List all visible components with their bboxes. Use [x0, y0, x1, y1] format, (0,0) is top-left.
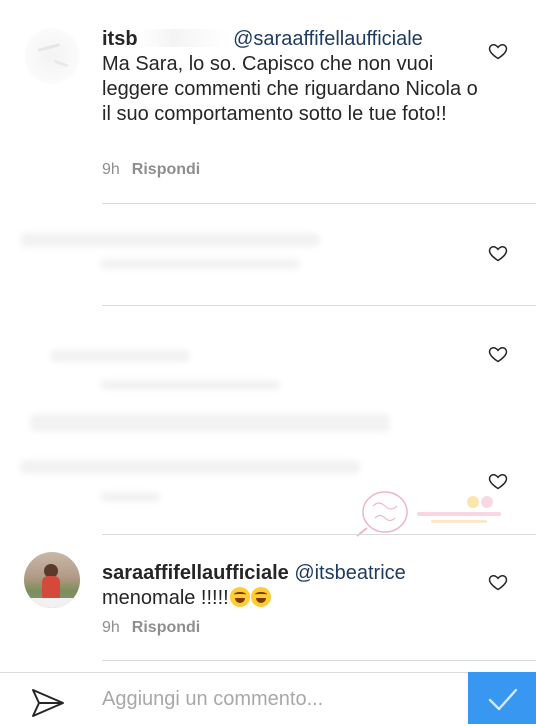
divider — [102, 203, 536, 204]
heart-icon[interactable] — [488, 41, 508, 61]
redacted-content — [100, 380, 280, 390]
comment-hidden-2 — [0, 306, 536, 436]
comment-input[interactable] — [102, 685, 462, 713]
comment-1: itsb @saraaffifellaufficiale Ma Sara, lo… — [0, 0, 536, 205]
comment-body: menomale !!!!! — [102, 587, 229, 609]
redacted-content — [100, 492, 160, 502]
username-redaction — [137, 29, 228, 47]
post-comment-button[interactable] — [468, 672, 536, 724]
comment-meta: 9h Rispondi — [102, 619, 200, 637]
reply-button[interactable]: Rispondi — [132, 161, 200, 178]
heart-icon[interactable] — [488, 243, 508, 263]
heart-icon[interactable] — [488, 572, 508, 592]
comment-composer — [0, 672, 536, 725]
comment-mention[interactable]: @saraaffifellaufficiale — [233, 28, 423, 50]
laughing-emoji-icon — [250, 587, 271, 607]
paper-plane-icon[interactable] — [30, 687, 66, 719]
laughing-emoji-icon — [229, 587, 250, 607]
comment-time: 9h — [102, 619, 120, 636]
avatar[interactable] — [24, 28, 80, 84]
comment-2: saraaffifellaufficiale @itsbeatrice meno… — [0, 535, 536, 660]
comment-body: Ma Sara, lo so. Capisco che non vuoi leg… — [102, 53, 478, 125]
redacted-content — [20, 460, 360, 474]
redacted-content — [30, 414, 390, 432]
comment-text-block: saraaffifellaufficiale @itsbeatrice meno… — [102, 561, 482, 611]
comment-meta: 9h Rispondi — [102, 161, 200, 179]
comment-text-block: itsb @saraaffifellaufficiale Ma Sara, lo… — [102, 27, 482, 127]
redacted-content — [100, 259, 300, 269]
comment-time: 9h — [102, 161, 120, 178]
heart-icon[interactable] — [488, 344, 508, 364]
reply-button[interactable]: Rispondi — [132, 619, 200, 636]
watermark-logo — [356, 491, 501, 537]
comment-username[interactable]: saraaffifellaufficiale — [102, 562, 289, 584]
comment-mention[interactable]: @itsbeatrice — [294, 562, 405, 584]
comment-username[interactable]: itsb — [102, 28, 138, 50]
comment-hidden-1 — [0, 205, 536, 305]
redacted-content — [20, 233, 320, 247]
check-icon — [488, 688, 518, 711]
avatar[interactable] — [24, 552, 80, 608]
redacted-content — [50, 350, 190, 362]
divider — [102, 660, 536, 661]
